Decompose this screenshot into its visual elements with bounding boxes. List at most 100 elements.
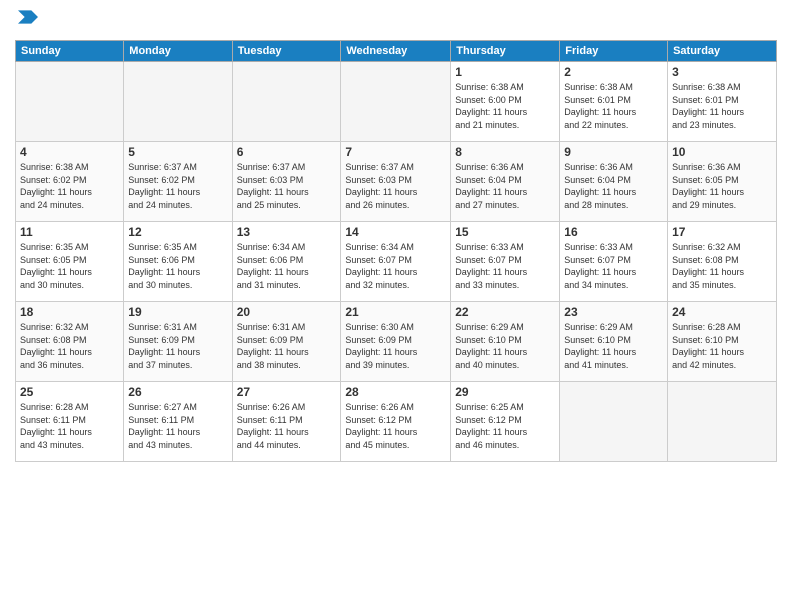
day-number: 6 [237,145,337,159]
calendar-cell: 26Sunrise: 6:27 AM Sunset: 6:11 PM Dayli… [124,382,232,462]
day-info: Sunrise: 6:33 AM Sunset: 6:07 PM Dayligh… [564,241,663,291]
calendar-cell: 27Sunrise: 6:26 AM Sunset: 6:11 PM Dayli… [232,382,341,462]
day-number: 1 [455,65,555,79]
calendar-cell [232,62,341,142]
day-number: 9 [564,145,663,159]
day-number: 18 [20,305,119,319]
calendar-cell: 24 Sunrise: 6:28 AM Sunset: 6:10 PM Dayli… [668,302,777,382]
day-info: Sunrise: 6:25 AM Sunset: 6:12 PM Dayligh… [455,401,555,451]
calendar-cell: 16 Sunrise: 6:33 AM Sunset: 6:07 PM Dayli… [560,222,668,302]
day-number: 16 [564,225,663,239]
day-info: Sunrise: 6:28 AM Sunset: 6:10 PM Dayligh… [672,321,772,371]
day-number: 26 [128,385,227,399]
day-info: Sunrise: 6:38 AM Sunset: 6:01 PM Dayligh… [564,81,663,131]
day-number: 28 [345,385,446,399]
day-number: 7 [345,145,446,159]
weekday-header: Wednesday [341,41,451,62]
calendar-week-row: 1Sunrise: 6:38 AM Sunset: 6:00 PM Daylig… [16,62,777,142]
day-number: 19 [128,305,227,319]
weekday-header: Saturday [668,41,777,62]
day-number: 17 [672,225,772,239]
day-number: 21 [345,305,446,319]
calendar-week-row: 4 Sunrise: 6:38 AM Sunset: 6:02 PM Daylig… [16,142,777,222]
day-number: 25 [20,385,119,399]
day-number: 2 [564,65,663,79]
day-info: Sunrise: 6:34 AM Sunset: 6:07 PM Dayligh… [345,241,446,291]
day-info: Sunrise: 6:28 AM Sunset: 6:11 PM Dayligh… [20,401,119,451]
calendar-cell [560,382,668,462]
calendar-cell: 25 Sunrise: 6:28 AM Sunset: 6:11 PM Dayli… [16,382,124,462]
day-info: Sunrise: 6:31 AM Sunset: 6:09 PM Dayligh… [237,321,337,371]
calendar-cell: 15 Sunrise: 6:33 AM Sunset: 6:07 PM Dayli… [451,222,560,302]
weekday-header: Tuesday [232,41,341,62]
logo-icon [18,7,38,27]
calendar-cell: 12Sunrise: 6:35 AM Sunset: 6:06 PM Dayli… [124,222,232,302]
calendar-cell: 18 Sunrise: 6:32 AM Sunset: 6:08 PM Dayli… [16,302,124,382]
weekday-header: Monday [124,41,232,62]
day-number: 14 [345,225,446,239]
day-info: Sunrise: 6:29 AM Sunset: 6:10 PM Dayligh… [455,321,555,371]
day-number: 24 [672,305,772,319]
calendar-cell [668,382,777,462]
day-info: Sunrise: 6:36 AM Sunset: 6:04 PM Dayligh… [455,161,555,211]
day-info: Sunrise: 6:34 AM Sunset: 6:06 PM Dayligh… [237,241,337,291]
logo [15,10,38,32]
calendar-cell: 10 Sunrise: 6:36 AM Sunset: 6:05 PM Dayli… [668,142,777,222]
day-number: 22 [455,305,555,319]
calendar-cell: 14 Sunrise: 6:34 AM Sunset: 6:07 PM Dayli… [341,222,451,302]
day-number: 15 [455,225,555,239]
day-number: 29 [455,385,555,399]
day-info: Sunrise: 6:38 AM Sunset: 6:01 PM Dayligh… [672,81,772,131]
header [15,10,777,32]
calendar-cell [124,62,232,142]
calendar-week-row: 25 Sunrise: 6:28 AM Sunset: 6:11 PM Dayli… [16,382,777,462]
calendar-cell: 1Sunrise: 6:38 AM Sunset: 6:00 PM Daylig… [451,62,560,142]
day-info: Sunrise: 6:36 AM Sunset: 6:05 PM Dayligh… [672,161,772,211]
day-info: Sunrise: 6:26 AM Sunset: 6:11 PM Dayligh… [237,401,337,451]
day-number: 11 [20,225,119,239]
calendar-cell: 4 Sunrise: 6:38 AM Sunset: 6:02 PM Daylig… [16,142,124,222]
day-info: Sunrise: 6:32 AM Sunset: 6:08 PM Dayligh… [20,321,119,371]
day-number: 23 [564,305,663,319]
calendar-cell: 13Sunrise: 6:34 AM Sunset: 6:06 PM Dayli… [232,222,341,302]
calendar-cell: 22 Sunrise: 6:29 AM Sunset: 6:10 PM Dayli… [451,302,560,382]
day-info: Sunrise: 6:35 AM Sunset: 6:05 PM Dayligh… [20,241,119,291]
calendar-week-row: 18 Sunrise: 6:32 AM Sunset: 6:08 PM Dayli… [16,302,777,382]
day-number: 10 [672,145,772,159]
weekday-header-row: SundayMondayTuesdayWednesdayThursdayFrid… [16,41,777,62]
weekday-header: Friday [560,41,668,62]
calendar-cell: 23 Sunrise: 6:29 AM Sunset: 6:10 PM Dayli… [560,302,668,382]
day-number: 3 [672,65,772,79]
calendar-cell: 17Sunrise: 6:32 AM Sunset: 6:08 PM Dayli… [668,222,777,302]
calendar-cell: 3 Sunrise: 6:38 AM Sunset: 6:01 PM Daylig… [668,62,777,142]
weekday-header: Thursday [451,41,560,62]
day-info: Sunrise: 6:37 AM Sunset: 6:03 PM Dayligh… [345,161,446,211]
day-number: 20 [237,305,337,319]
calendar-cell: 8 Sunrise: 6:36 AM Sunset: 6:04 PM Daylig… [451,142,560,222]
page-container: SundayMondayTuesdayWednesdayThursdayFrid… [0,0,792,472]
calendar-cell: 2 Sunrise: 6:38 AM Sunset: 6:01 PM Daylig… [560,62,668,142]
day-info: Sunrise: 6:33 AM Sunset: 6:07 PM Dayligh… [455,241,555,291]
calendar-cell: 9Sunrise: 6:36 AM Sunset: 6:04 PM Daylig… [560,142,668,222]
calendar-cell: 29 Sunrise: 6:25 AM Sunset: 6:12 PM Dayli… [451,382,560,462]
day-info: Sunrise: 6:26 AM Sunset: 6:12 PM Dayligh… [345,401,446,451]
calendar-cell: 11 Sunrise: 6:35 AM Sunset: 6:05 PM Dayli… [16,222,124,302]
day-info: Sunrise: 6:38 AM Sunset: 6:02 PM Dayligh… [20,161,119,211]
calendar-cell [341,62,451,142]
calendar-cell: 7 Sunrise: 6:37 AM Sunset: 6:03 PM Daylig… [341,142,451,222]
day-number: 4 [20,145,119,159]
calendar-cell: 19Sunrise: 6:31 AM Sunset: 6:09 PM Dayli… [124,302,232,382]
day-info: Sunrise: 6:29 AM Sunset: 6:10 PM Dayligh… [564,321,663,371]
calendar-week-row: 11 Sunrise: 6:35 AM Sunset: 6:05 PM Dayli… [16,222,777,302]
calendar-table: SundayMondayTuesdayWednesdayThursdayFrid… [15,40,777,462]
day-number: 5 [128,145,227,159]
calendar-cell: 6Sunrise: 6:37 AM Sunset: 6:03 PM Daylig… [232,142,341,222]
weekday-header: Sunday [16,41,124,62]
calendar-cell: 28 Sunrise: 6:26 AM Sunset: 6:12 PM Dayli… [341,382,451,462]
day-number: 8 [455,145,555,159]
day-number: 12 [128,225,227,239]
day-info: Sunrise: 6:30 AM Sunset: 6:09 PM Dayligh… [345,321,446,371]
calendar-cell: 20 Sunrise: 6:31 AM Sunset: 6:09 PM Dayli… [232,302,341,382]
day-info: Sunrise: 6:37 AM Sunset: 6:02 PM Dayligh… [128,161,227,211]
calendar-cell: 5 Sunrise: 6:37 AM Sunset: 6:02 PM Daylig… [124,142,232,222]
